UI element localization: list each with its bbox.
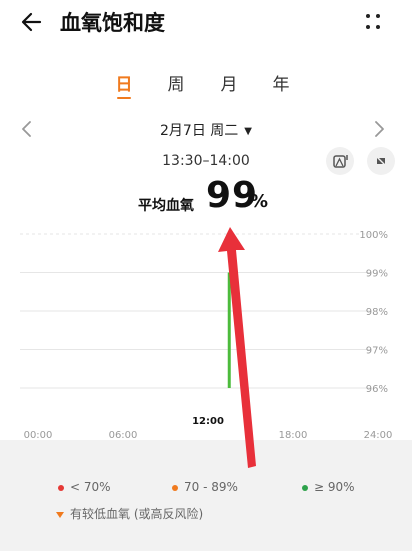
y-tick-label: 99% bbox=[366, 269, 388, 280]
legend-label: 70 - 89% bbox=[184, 480, 238, 494]
average-label: 平均血氧 bbox=[138, 198, 194, 214]
fullscreen-icon[interactable] bbox=[367, 147, 395, 175]
page-title: 血氧饱和度 bbox=[60, 11, 165, 35]
red-dot-icon bbox=[58, 484, 64, 491]
orange-dot-icon bbox=[172, 484, 178, 491]
note-text: 有较低血氧 (或高反风险) bbox=[70, 507, 204, 521]
low-spo2-note: 有较低血氧 (或高反风险) bbox=[56, 505, 203, 522]
caret-down-icon[interactable]: ▼ bbox=[244, 126, 252, 137]
triangle-marker-icon bbox=[56, 511, 64, 518]
y-tick-label: 98% bbox=[366, 307, 388, 318]
legend-label: < 70% bbox=[70, 480, 111, 494]
period-tabs: 日 周 月 年 bbox=[0, 70, 412, 100]
active-tab-indicator bbox=[117, 97, 131, 99]
next-date-icon[interactable] bbox=[368, 118, 390, 140]
more-dots-icon[interactable] bbox=[360, 10, 386, 34]
compare-icon[interactable] bbox=[326, 147, 354, 175]
y-tick-label: 96% bbox=[366, 384, 388, 395]
x-tick-label: 12:00 bbox=[192, 416, 224, 427]
green-dot-icon bbox=[302, 484, 308, 491]
legend-item-low: < 70% bbox=[58, 480, 111, 494]
tab-month[interactable]: 月 bbox=[214, 70, 244, 95]
y-tick-label: 97% bbox=[366, 346, 388, 357]
app-header: 血氧饱和度 bbox=[0, 0, 412, 44]
y-tick-label: 100% bbox=[359, 230, 388, 241]
date-selector[interactable]: 2月7日 周二 ▼ bbox=[0, 120, 412, 140]
tab-year[interactable]: 年 bbox=[266, 70, 296, 95]
tab-day[interactable]: 日 bbox=[109, 70, 139, 95]
average-unit: % bbox=[250, 191, 269, 212]
legend-panel bbox=[0, 440, 412, 551]
back-arrow-icon[interactable] bbox=[18, 8, 46, 36]
legend-item-mid: 70 - 89% bbox=[172, 480, 238, 494]
legend-item-normal: ≥ 90% bbox=[302, 480, 355, 494]
spo2-chart: 100%99%98%97%96%00:00 06:0012:0018:00 24:0… bbox=[20, 230, 392, 444]
legend-label: ≥ 90% bbox=[314, 480, 355, 494]
date-label: 2月7日 周二 bbox=[160, 123, 239, 139]
tab-week[interactable]: 周 bbox=[161, 70, 191, 95]
